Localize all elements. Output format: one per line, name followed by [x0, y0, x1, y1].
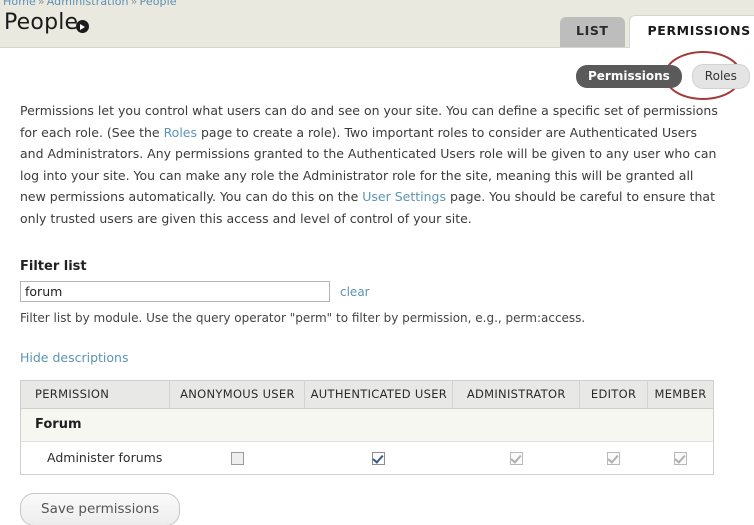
permissions-table-head: PERMISSION ANONYMOUS USER AUTHENTICATED … — [20, 380, 714, 409]
checkbox-authenticated-user[interactable] — [372, 452, 386, 465]
subtab-roles[interactable]: Roles — [691, 64, 750, 89]
group-label-forum: Forum — [20, 408, 714, 442]
filter-input[interactable] — [20, 281, 330, 302]
breadcrumb-item-home[interactable]: Home — [3, 0, 36, 8]
checkbox-box-icon — [607, 452, 621, 465]
permissions-table-body: Forum Administer forums — [20, 408, 714, 475]
page-root: Home» Administration» People People LIST P… — [0, 0, 754, 525]
checkbox-box-icon — [230, 452, 244, 465]
subtab-permissions[interactable]: Permissions — [576, 65, 682, 88]
save-permissions-button[interactable]: Save permissions — [20, 493, 181, 525]
col-header-member: MEMBER — [647, 380, 714, 409]
table-header-row: PERMISSION ANONYMOUS USER AUTHENTICATED … — [20, 380, 714, 409]
col-header-authenticated-user: AUTHENTICATED USER — [304, 380, 454, 409]
primary-tab-bar: LIST PERMISSIONS — [560, 15, 754, 48]
hide-descriptions-link[interactable]: Hide descriptions — [20, 350, 128, 365]
tab-list[interactable]: LIST — [560, 17, 625, 47]
checkbox-administrator — [509, 452, 523, 465]
checkbox-anonymous-user[interactable] — [230, 452, 244, 465]
col-header-editor: EDITOR — [579, 380, 648, 409]
cell-anonymous-user — [169, 441, 305, 475]
cell-administrator — [452, 441, 580, 475]
checkbox-editor — [607, 452, 621, 465]
main-content: Permissions let you control what users c… — [0, 48, 754, 525]
cell-member — [647, 441, 714, 475]
cell-authenticated-user — [304, 441, 453, 475]
table-row: Administer forums — [20, 441, 714, 475]
breadcrumb: Home» Administration» People — [3, 0, 177, 8]
filter-list-label: Filter list — [20, 259, 87, 274]
secondary-tab-bar: Permissions Roles — [576, 64, 750, 89]
checkbox-member — [673, 452, 687, 465]
breadcrumb-separator: » — [130, 0, 138, 8]
filter-row: clear — [20, 281, 734, 302]
filter-clear-link[interactable]: clear — [340, 285, 370, 299]
table-group-row: Forum — [20, 408, 714, 442]
permissions-table: PERMISSION ANONYMOUS USER AUTHENTICATED … — [20, 380, 714, 475]
page-title: People — [4, 10, 79, 35]
link-roles[interactable]: Roles — [164, 125, 197, 140]
cell-editor — [579, 441, 648, 475]
col-header-administrator: ADMINISTRATOR — [452, 380, 581, 409]
contextual-links-icon[interactable] — [76, 20, 89, 33]
col-header-permission: PERMISSION — [20, 380, 171, 409]
breadcrumb-separator: » — [37, 0, 45, 8]
breadcrumb-item-administration[interactable]: Administration — [47, 0, 129, 8]
col-header-anonymous-user: ANONYMOUS USER — [169, 380, 306, 409]
link-user-settings[interactable]: User Settings — [362, 189, 446, 204]
permission-label: Administer forums — [20, 441, 170, 475]
tab-permissions[interactable]: PERMISSIONS — [628, 15, 754, 48]
checkbox-box-icon — [673, 452, 687, 465]
breadcrumb-item-people[interactable]: People — [139, 0, 176, 8]
checkbox-box-icon — [509, 452, 523, 465]
filter-help-text: Filter list by module. Use the query ope… — [20, 311, 586, 325]
checkbox-box-icon — [372, 452, 386, 465]
